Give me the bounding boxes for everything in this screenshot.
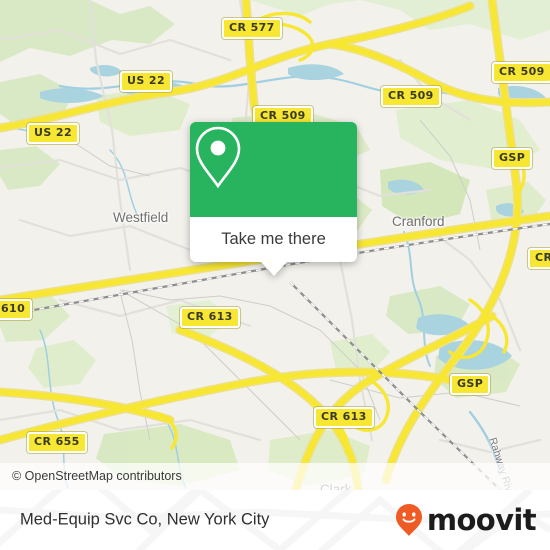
road-shield: CR 509 [492, 62, 550, 83]
footer-bar: Med-Equip Svc Co, New York City moovit [0, 490, 550, 550]
road-shield: CR 655 [27, 432, 87, 453]
road-shield: US 22 [120, 71, 172, 92]
page-title: Med-Equip Svc Co, New York City [20, 510, 270, 529]
road-shield: CR 613 [180, 307, 240, 328]
callout-icon-area [190, 122, 357, 217]
take-me-there-callout[interactable]: Take me there [190, 122, 357, 276]
road-shield: CR 613 [314, 407, 374, 428]
road-shield: GSP [450, 374, 491, 395]
moovit-wordmark: moovit [426, 503, 537, 537]
map-canvas[interactable]: CR 577 US 22 CR 509 CR 509 CR 509 US 22 GSP CR 6… [0, 0, 550, 490]
moovit-brand[interactable]: moovit [394, 503, 537, 537]
road-shield: GSP [492, 148, 533, 169]
road-shield: CR [528, 248, 550, 269]
callout-pointer [260, 262, 287, 276]
road-shield: CR 509 [381, 86, 441, 107]
road-shield: 610 [0, 299, 33, 320]
road-shield: US 22 [27, 123, 79, 144]
moovit-location-card: CR 577 US 22 CR 509 CR 509 CR 509 US 22 GSP CR 6… [0, 0, 550, 550]
place-label-cranford: Cranford [392, 214, 445, 229]
take-me-there-button[interactable]: Take me there [190, 217, 357, 262]
take-me-there-label: Take me there [221, 230, 326, 248]
place-label-westfield: Westfield [113, 210, 169, 225]
road-shield: CR 577 [222, 18, 282, 39]
map-attribution[interactable]: © OpenStreetMap contributors [0, 463, 550, 490]
map-pin-icon [195, 126, 241, 189]
moovit-pin-smiley-icon [395, 504, 422, 536]
